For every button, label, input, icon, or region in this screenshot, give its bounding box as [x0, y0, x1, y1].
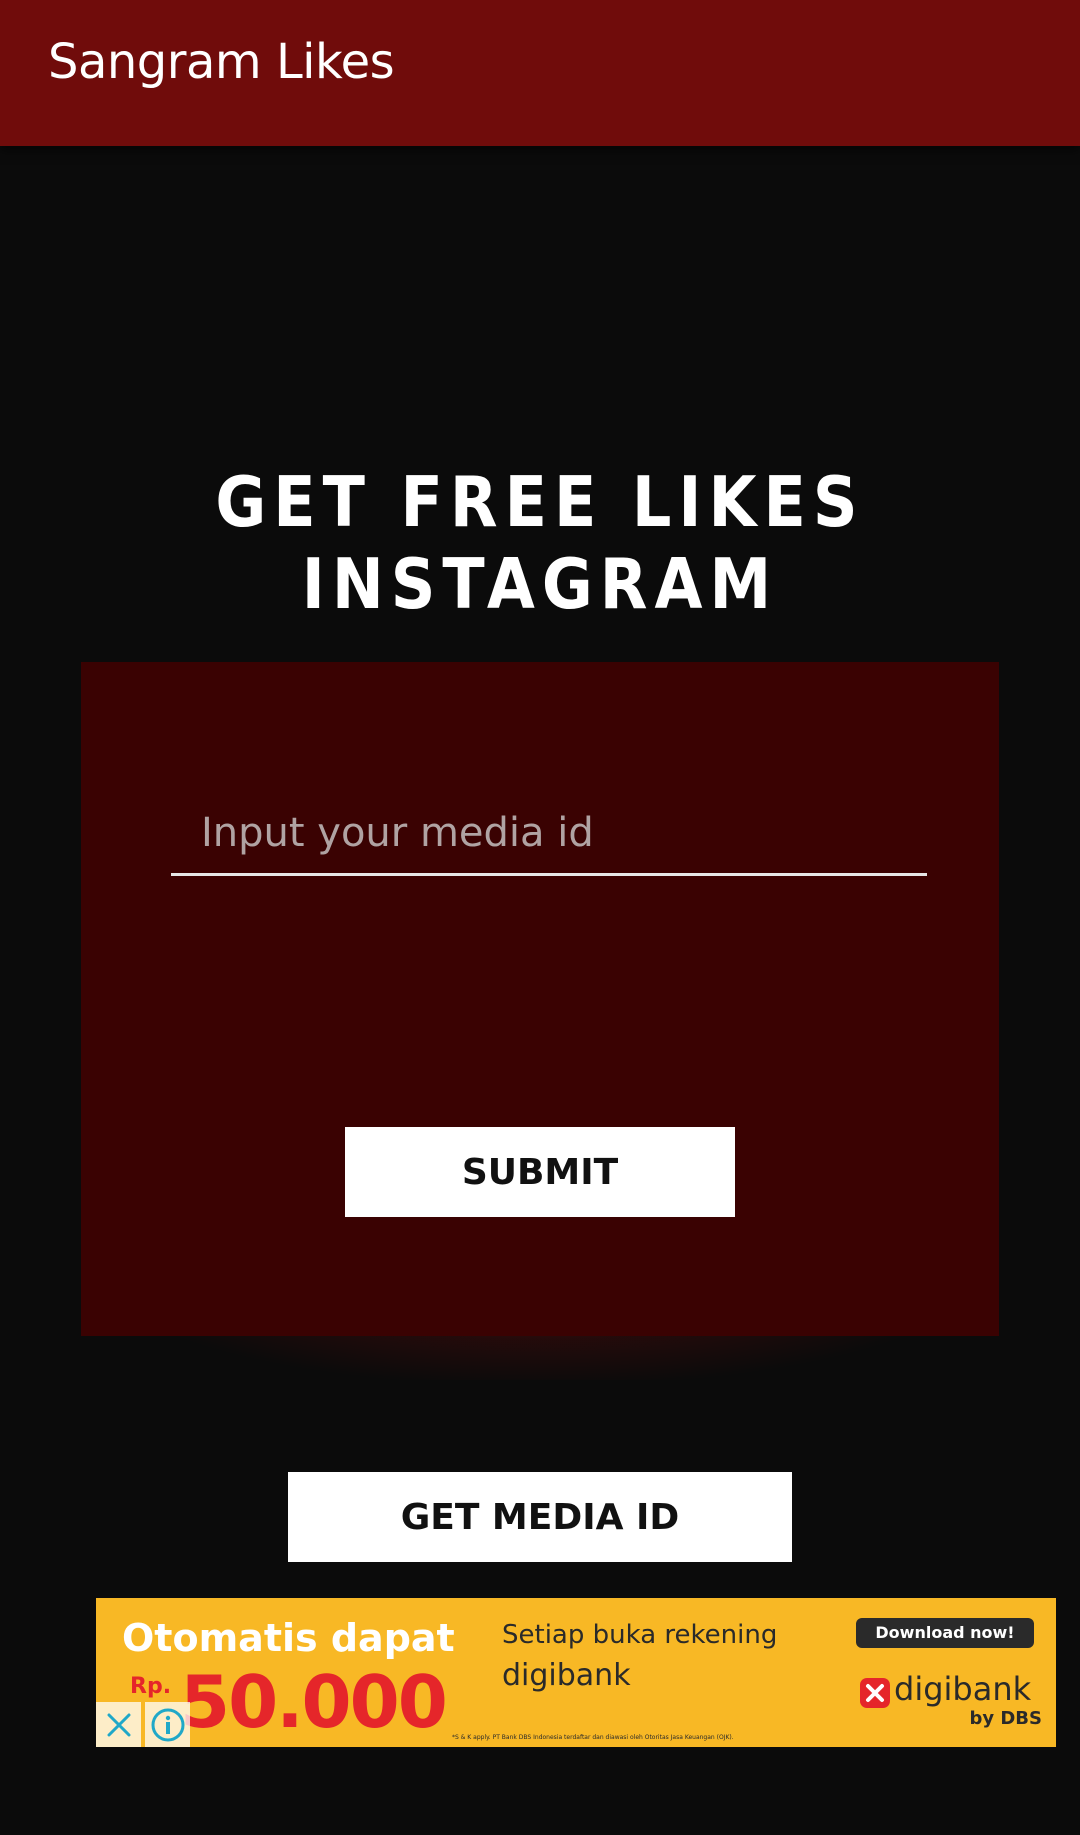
media-id-input[interactable]: [171, 792, 927, 876]
ad-brand-logo: digibank by DBS: [858, 1670, 1044, 1730]
ad-headline: Otomatis dapat: [122, 1616, 455, 1660]
close-icon[interactable]: [96, 1702, 141, 1747]
media-id-form-card: SUBMIT: [81, 662, 999, 1336]
get-media-id-button[interactable]: GET MEDIA ID: [288, 1472, 792, 1562]
ad-brand-by: by DBS: [969, 1708, 1042, 1729]
ad-fine-print: *S & K apply. PT Bank DBS Indonesia terd…: [452, 1734, 734, 1741]
digibank-logo-icon: [860, 1678, 890, 1708]
ad-banner[interactable]: Otomatis dapat Rp. 50.000 Setiap buka re…: [96, 1598, 1056, 1747]
ad-brand-name: digibank: [894, 1670, 1032, 1708]
ad-controls: [96, 1702, 190, 1747]
ad-download-button[interactable]: Download now!: [856, 1618, 1034, 1648]
page-headline: GET FREE LIKES INSTAGRAM: [215, 461, 865, 625]
app-bar: Sangram Likes: [0, 0, 1080, 146]
ad-currency: Rp.: [130, 1674, 172, 1699]
app-title: Sangram Likes: [48, 34, 395, 90]
submit-button[interactable]: SUBMIT: [345, 1127, 735, 1217]
ad-amount: 50.000: [180, 1660, 448, 1744]
ad-subtitle-line2: digibank: [502, 1658, 631, 1693]
info-icon[interactable]: [145, 1702, 190, 1747]
ad-subtitle-line1: Setiap buka rekening: [502, 1620, 778, 1650]
